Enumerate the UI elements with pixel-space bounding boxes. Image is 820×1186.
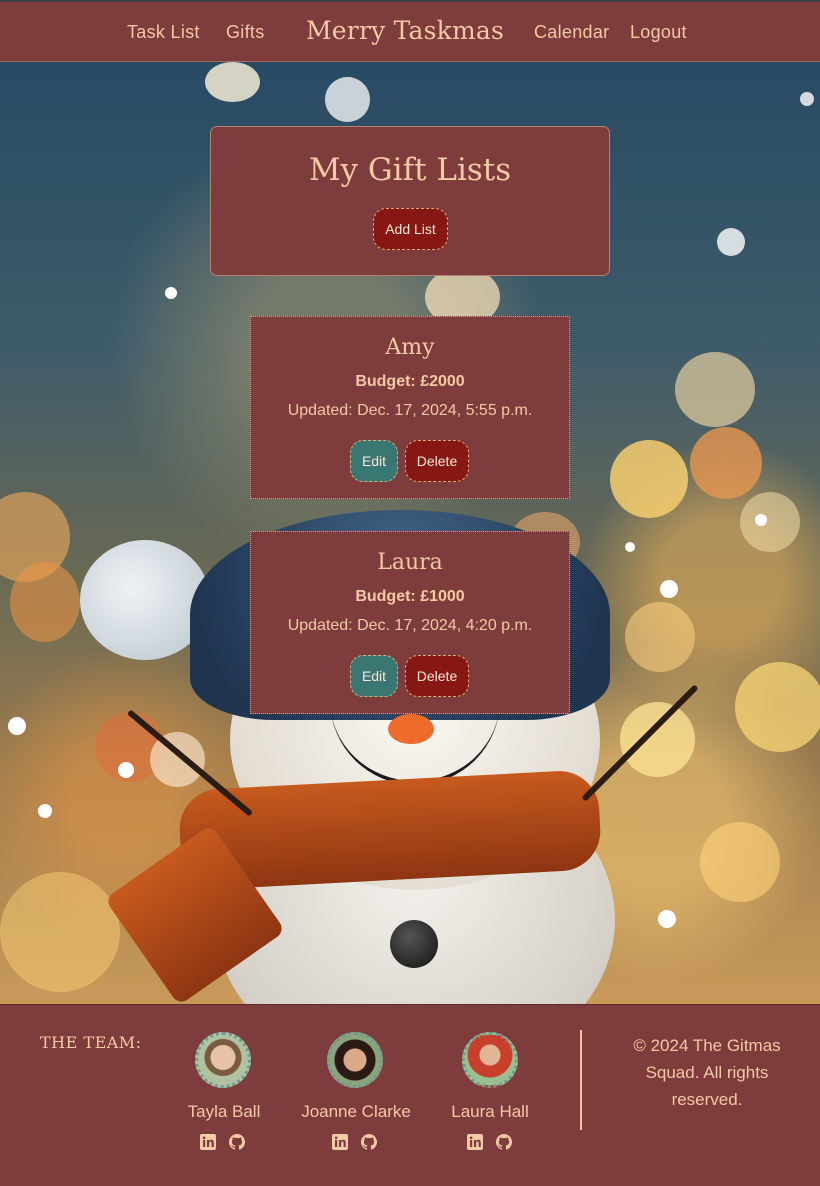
brand-logo[interactable]: Merry Taskmas <box>306 16 504 45</box>
avatar <box>327 1032 383 1088</box>
page-title: My Gift Lists <box>308 152 512 188</box>
github-icon[interactable] <box>361 1134 377 1150</box>
gift-lists-header-card <box>210 126 610 276</box>
nav-logout-link[interactable]: Logout <box>630 22 687 43</box>
edit-button[interactable]: Edit <box>350 440 398 482</box>
gift-list-name: Laura <box>377 550 443 575</box>
nav-calendar-link[interactable]: Calendar <box>534 22 609 43</box>
footer-divider <box>580 1030 582 1130</box>
copyright-text: © 2024 The Gitmas Squad. All rights rese… <box>633 1036 781 1109</box>
linkedin-icon[interactable] <box>467 1134 483 1150</box>
member-name: Laura Hall <box>451 1102 529 1121</box>
github-icon[interactable] <box>496 1134 512 1150</box>
gift-list-name: Amy <box>385 335 435 360</box>
github-icon[interactable] <box>229 1134 245 1150</box>
member-name: Joanne Clarke <box>301 1102 411 1121</box>
add-list-button[interactable]: Add List <box>373 208 448 250</box>
gift-list-budget: Budget: £1000 <box>355 588 465 605</box>
nav-gifts-link[interactable]: Gifts <box>226 22 265 43</box>
navbar: Task List Gifts Merry Taskmas Calendar L… <box>0 0 820 62</box>
delete-button[interactable]: Delete <box>405 655 469 697</box>
gift-list-updated: Updated: Dec. 17, 2024, 4:20 p.m. <box>287 617 533 634</box>
linkedin-icon[interactable] <box>200 1134 216 1150</box>
gift-list-budget: Budget: £2000 <box>355 373 465 390</box>
gift-list-updated: Updated: Dec. 17, 2024, 5:55 p.m. <box>287 402 533 419</box>
linkedin-icon[interactable] <box>332 1134 348 1150</box>
nav-task-list-link[interactable]: Task List <box>127 22 200 43</box>
avatar <box>462 1032 518 1088</box>
avatar <box>195 1032 251 1088</box>
member-name: Tayla Ball <box>187 1102 261 1121</box>
edit-button[interactable]: Edit <box>350 655 398 697</box>
team-label: THE TEAM: <box>40 1033 142 1052</box>
delete-button[interactable]: Delete <box>405 440 469 482</box>
